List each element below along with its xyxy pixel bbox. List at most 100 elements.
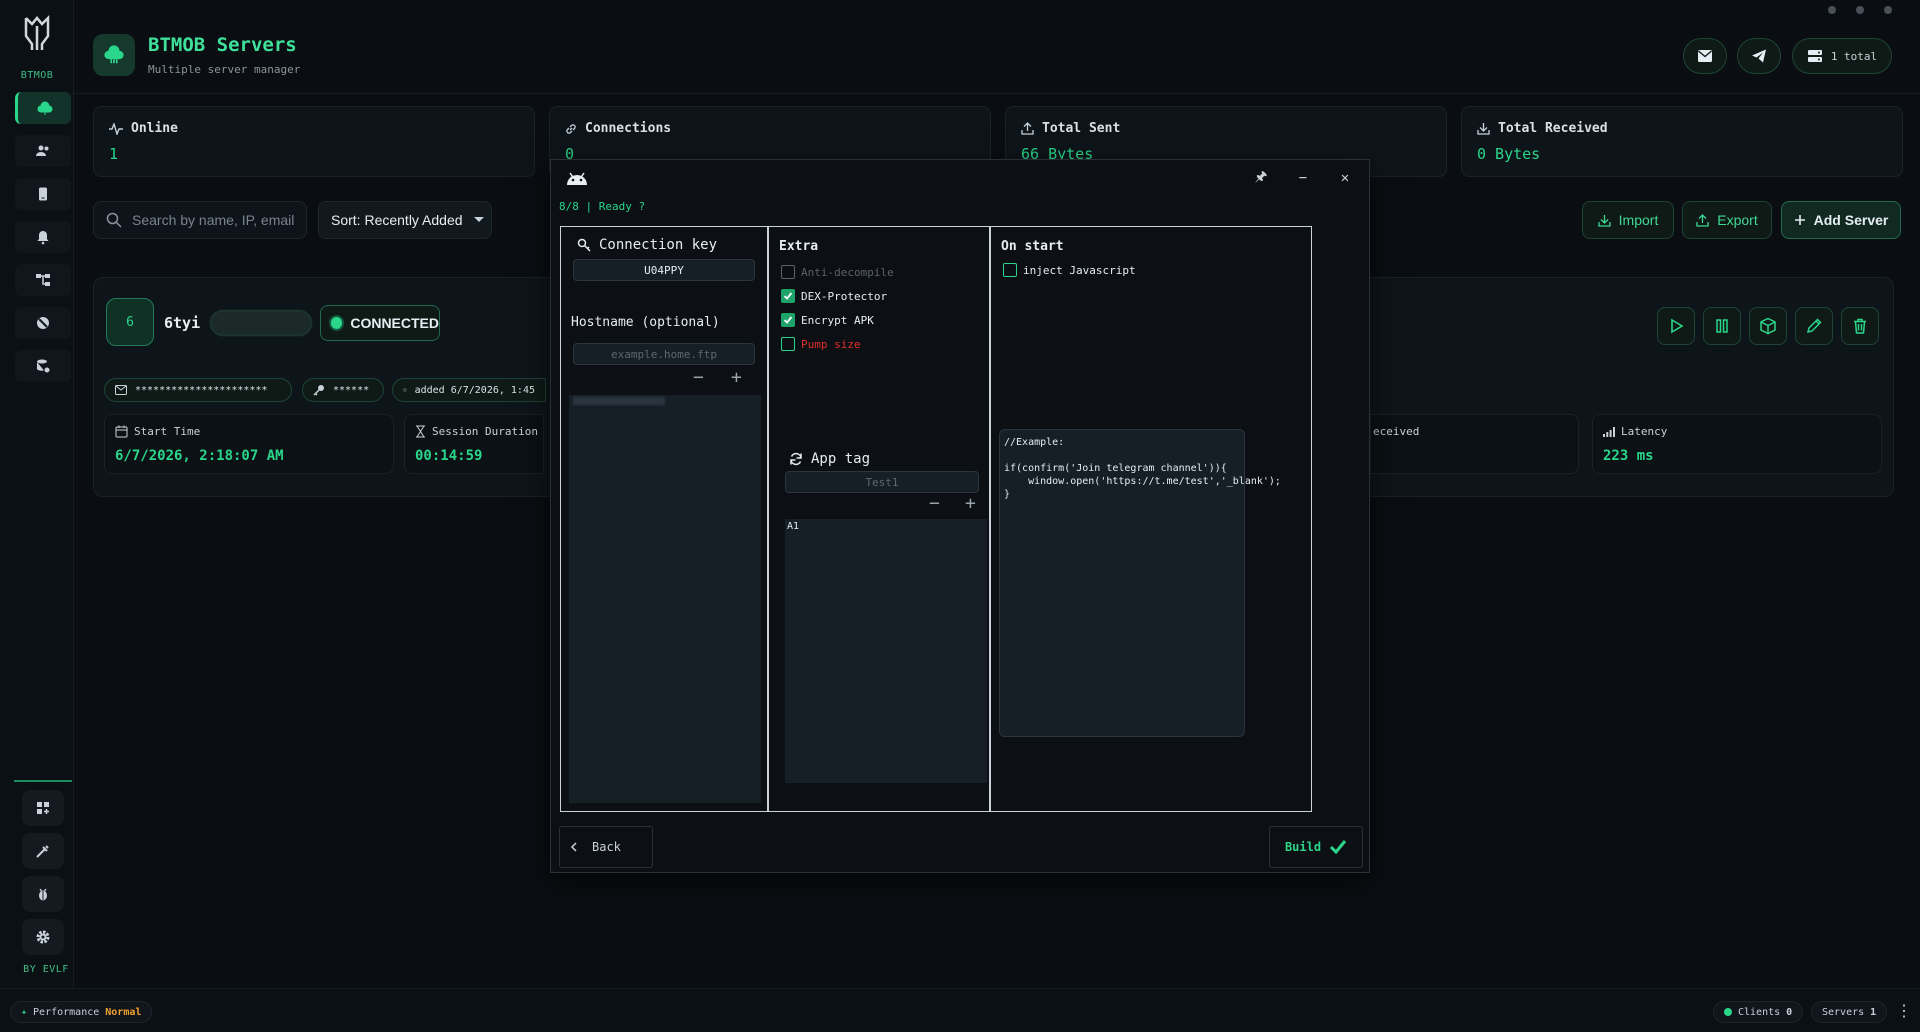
stat-label: Total Sent: [1042, 121, 1121, 136]
hostname-list[interactable]: [569, 395, 761, 803]
pause-server-button[interactable]: [1703, 307, 1741, 345]
more-vertical-icon[interactable]: ⋮: [1896, 1001, 1912, 1020]
status-dot: [1724, 1008, 1732, 1016]
checkbox[interactable]: [1003, 263, 1017, 277]
export-button[interactable]: Export: [1682, 201, 1772, 239]
checkbox-checked[interactable]: [781, 289, 795, 303]
latency-card: Latency 223 ms: [1592, 414, 1882, 474]
telegram-button[interactable]: [1737, 38, 1781, 74]
option-encrypt-apk[interactable]: Encrypt APK: [781, 313, 874, 327]
hourglass-icon: [416, 425, 425, 438]
sidebar-item-network[interactable]: [15, 264, 71, 296]
server-added-chip: added 6/7/2026, 1:45: [392, 378, 546, 402]
pin-button[interactable]: 🖈: [1251, 168, 1271, 188]
play-icon: [1671, 318, 1684, 334]
app-tag-remove-button[interactable]: −: [929, 493, 940, 514]
clients-label: Clients: [1738, 1006, 1781, 1018]
calendar-icon: [115, 425, 128, 438]
list-item[interactable]: A1: [787, 521, 985, 532]
window-dot[interactable]: [1884, 6, 1892, 14]
option-dex-protector[interactable]: DEX-Protector: [781, 289, 887, 303]
javascript-editor[interactable]: //Example: if(confirm('Join telegram cha…: [999, 429, 1281, 737]
app-tag-input[interactable]: Test1: [785, 471, 979, 493]
stat-label-row: Online: [109, 121, 178, 136]
session-duration-label: Session Duration: [432, 425, 538, 438]
hostname-input[interactable]: example.home.ftp: [573, 343, 755, 365]
session-duration-value: 00:14:59: [415, 448, 483, 464]
edit-server-button[interactable]: [1795, 307, 1833, 345]
mail-icon: [1698, 50, 1712, 62]
sidebar-item-blocked[interactable]: [15, 307, 71, 339]
performance-label: Performance: [33, 1006, 100, 1018]
hostname-add-button[interactable]: +: [731, 367, 742, 388]
minimize-button[interactable]: −: [1293, 168, 1313, 188]
download-icon: [1598, 214, 1611, 227]
key-icon: [313, 385, 324, 396]
sidebar-item-tools[interactable]: [22, 833, 64, 869]
sidebar-item-settings[interactable]: [22, 919, 64, 955]
connection-key-field[interactable]: U04PPY: [573, 259, 755, 281]
build-button[interactable]: Build: [1269, 826, 1363, 868]
checkbox-checked[interactable]: [781, 313, 795, 327]
sidebar-item-users[interactable]: [15, 135, 71, 167]
option-pump-size[interactable]: Pump size: [781, 337, 861, 351]
server-email-chip: **********************: [104, 378, 292, 402]
option-inject-javascript[interactable]: inject Javascript: [1003, 263, 1136, 277]
add-server-button[interactable]: Add Server: [1781, 201, 1901, 239]
trash-icon: [1854, 318, 1866, 334]
start-time-label-row: Start Time: [115, 425, 200, 438]
phone-icon: [39, 187, 47, 201]
start-server-button[interactable]: [1657, 307, 1695, 345]
option-label: Anti-decompile: [801, 265, 894, 279]
start-time-value: 6/7/2026, 2:18:07 AM: [115, 448, 284, 464]
hostname-remove-button[interactable]: −: [693, 367, 704, 388]
connection-pane: Connection key U04PPY Hostname (optional…: [560, 226, 768, 812]
server-icon: [1807, 50, 1822, 62]
signal-icon: [1603, 426, 1615, 437]
syringe-icon: [36, 845, 49, 858]
checkbox[interactable]: [781, 265, 795, 279]
sidebar-footer: BY EVLF: [23, 964, 69, 975]
hostname-title: Hostname (optional): [571, 315, 720, 330]
back-label: Back: [592, 840, 621, 854]
option-anti-decompile[interactable]: Anti-decompile: [781, 265, 894, 279]
check-icon: [1330, 840, 1347, 855]
database-gear-icon: [37, 359, 51, 374]
extra-title: Extra: [779, 239, 819, 254]
sidebar-item-bug[interactable]: [22, 876, 64, 912]
sidebar-item-servers[interactable]: [15, 92, 71, 124]
sidebar-item-settings-db[interactable]: [15, 350, 71, 382]
window-dot[interactable]: [1828, 6, 1836, 14]
option-label: Encrypt APK: [801, 313, 874, 327]
close-button[interactable]: ✕: [1335, 168, 1355, 188]
clients-indicator: Clients 0: [1713, 1001, 1804, 1023]
app-tag-add-button[interactable]: +: [965, 493, 976, 514]
window-dot[interactable]: [1856, 6, 1864, 14]
search-placeholder: Search by name, IP, email: [132, 212, 295, 228]
import-button[interactable]: Import: [1582, 201, 1674, 239]
build-dialog: 🖈 − ✕ 8/8 | Ready ? Connection key U04PP…: [550, 159, 1370, 873]
servers-total-badge[interactable]: 1 total: [1792, 38, 1892, 74]
status-badge: CONNECTED: [320, 305, 440, 341]
mail-button[interactable]: [1683, 38, 1727, 74]
header-divider: [74, 93, 1920, 94]
bell-icon: [37, 231, 49, 245]
sidebar-item-notifications[interactable]: [15, 221, 71, 253]
latency-value: 223 ms: [1603, 448, 1654, 464]
back-button[interactable]: Back: [559, 826, 653, 868]
sort-dropdown[interactable]: Sort: Recently Added: [318, 201, 492, 239]
activity-icon: [109, 122, 123, 135]
checkbox[interactable]: [781, 337, 795, 351]
bug-icon: [39, 888, 47, 901]
stat-card-total-received: Total Received 0 Bytes: [1461, 106, 1903, 177]
download-icon: [1477, 123, 1490, 135]
sidebar-item-devices[interactable]: [15, 178, 71, 210]
delete-server-button[interactable]: [1841, 307, 1879, 345]
performance-indicator: ✦ Performance Normal: [10, 1001, 153, 1023]
search-input[interactable]: Search by name, IP, email: [93, 201, 307, 239]
sidebar-item-apps[interactable]: [22, 790, 64, 826]
app-tag-list[interactable]: A1: [785, 519, 987, 783]
plus-icon: [1794, 215, 1805, 225]
build-package-button[interactable]: [1749, 307, 1787, 345]
stat-label: Online: [131, 121, 178, 136]
